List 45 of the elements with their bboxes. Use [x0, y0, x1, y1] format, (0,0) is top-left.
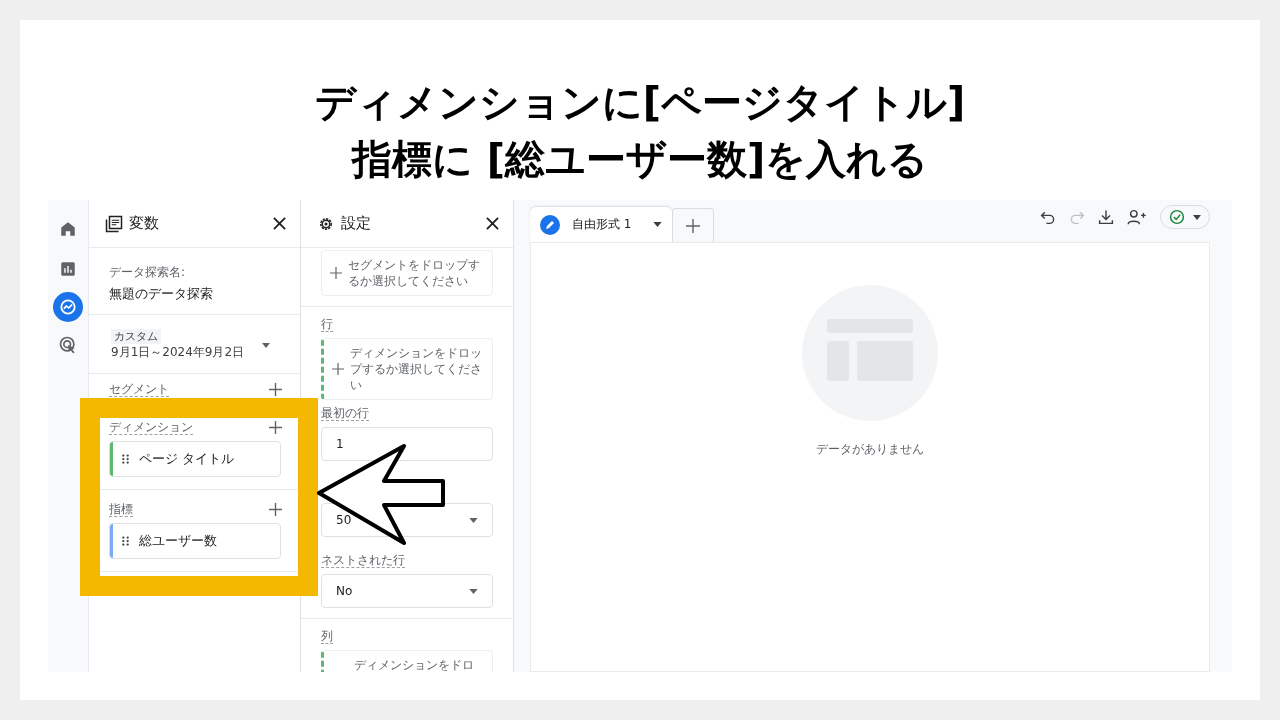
section-label: 行 — [321, 317, 333, 332]
field-label: ネストされた行 — [321, 553, 405, 568]
close-icon[interactable] — [486, 217, 499, 230]
section-label: ディメンション — [109, 420, 193, 435]
add-icon — [332, 363, 344, 375]
add-icon[interactable] — [269, 421, 282, 434]
dimension-drop-zone[interactable]: ディメンションをドロップするか選択してください — [321, 338, 493, 400]
panel-title: 変数 — [129, 214, 160, 233]
variable-chip[interactable]: ページ タイトル — [109, 441, 281, 477]
exploration-name[interactable]: 無題のデータ探索 — [109, 285, 280, 303]
add-person-icon[interactable] — [1127, 209, 1147, 225]
section-label: セグメント — [109, 382, 169, 397]
slide-title: 指標に [総ユーザー数]を入れる — [351, 135, 929, 184]
dropdown-caret-icon — [1193, 214, 1201, 220]
drag-handle-icon[interactable] — [122, 535, 129, 547]
nested-rows-dropdown[interactable]: No — [321, 574, 493, 608]
section-label: 指標 — [109, 502, 133, 517]
explore-icon[interactable] — [53, 292, 83, 322]
add-icon[interactable] — [269, 503, 282, 516]
segment-drop-zone[interactable]: セグメントをドロップするか選択してください — [321, 250, 493, 296]
undo-icon[interactable] — [1040, 209, 1056, 225]
section-label: 列 — [321, 629, 333, 644]
dropdown-caret-icon[interactable] — [469, 517, 478, 523]
variables-list-icon — [105, 214, 123, 233]
tab[interactable]: 自由形式 1 — [530, 207, 672, 242]
date-range-picker[interactable]: カスタム 9月1日～2024年9月2日 — [89, 315, 300, 374]
field-label: 最初の行 — [321, 406, 369, 421]
empty-message: データがありません — [816, 441, 924, 458]
slide-title: ディメンションに[ページタイトル] — [314, 78, 966, 127]
dimension-drop-zone[interactable]: ディメンションをドロ — [321, 650, 493, 672]
download-icon[interactable] — [1098, 209, 1114, 225]
dropdown-caret-icon[interactable] — [262, 342, 270, 348]
pencil-icon — [540, 214, 560, 235]
variable-chip[interactable]: 総ユーザー数 — [109, 523, 281, 559]
panel-title: 設定 — [341, 214, 372, 233]
field-label: データ探索名: — [109, 264, 187, 281]
close-icon[interactable] — [273, 217, 286, 230]
add-icon — [330, 267, 342, 279]
check-circle-icon — [1169, 209, 1185, 225]
add-icon[interactable] — [269, 383, 282, 396]
dropdown-caret-icon[interactable] — [469, 588, 478, 594]
dropdown-caret-icon[interactable] — [653, 222, 662, 227]
add-icon — [686, 218, 700, 233]
add-tab-button[interactable] — [672, 208, 714, 242]
drag-handle-icon[interactable] — [122, 453, 129, 465]
